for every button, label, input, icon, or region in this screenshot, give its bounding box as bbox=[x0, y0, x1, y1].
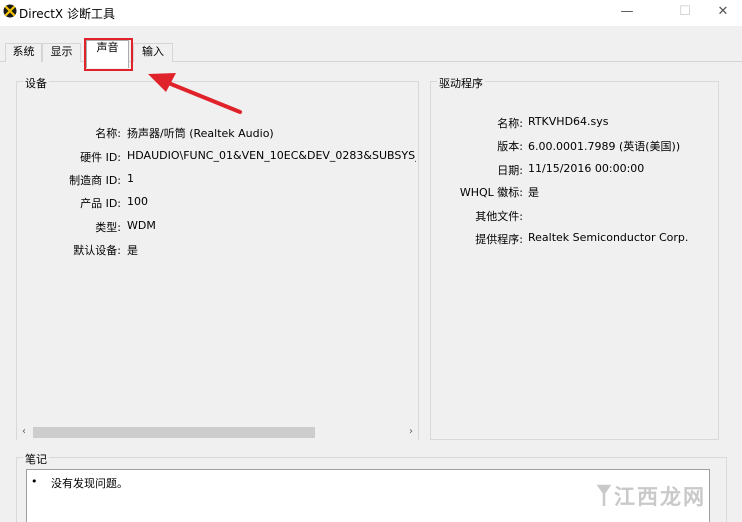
tab-system[interactable]: 系统 bbox=[5, 43, 42, 62]
driver-value: 是 bbox=[528, 186, 539, 199]
driver-row-name: 名称: RTKVHD64.sys bbox=[431, 115, 718, 131]
watermark-mark-icon bbox=[596, 484, 612, 506]
device-row-default: 默认设备: 是 bbox=[17, 242, 416, 258]
device-value: 1 bbox=[127, 172, 134, 185]
driver-label: 名称: bbox=[497, 117, 523, 130]
device-value: 扬声器/听筒 (Realtek Audio) bbox=[127, 127, 274, 140]
device-label: 制造商 ID: bbox=[69, 174, 121, 187]
watermark-text: 江西龙网 bbox=[614, 485, 706, 509]
device-row-type: 类型: WDM bbox=[17, 219, 416, 235]
devices-group: 设备 名称: 扬声器/听筒 (Realtek Audio) 硬件 ID: HDA… bbox=[16, 75, 419, 440]
scrollbar-thumb[interactable] bbox=[33, 427, 315, 438]
horizontal-scrollbar[interactable]: ‹ › bbox=[17, 424, 418, 441]
note-item: 没有发现问题。 bbox=[51, 477, 128, 490]
note-bullet: • bbox=[31, 475, 38, 488]
driver-row-provider: 提供程序: Realtek Semiconductor Corp. bbox=[431, 231, 718, 247]
driver-label: 提供程序: bbox=[475, 233, 523, 246]
device-label: 硬件 ID: bbox=[80, 151, 121, 164]
driver-row-whql: WHQL 徽标: 是 bbox=[431, 184, 718, 200]
driver-value: RTKVHD64.sys bbox=[528, 115, 609, 128]
drivers-group-title: 驱动程序 bbox=[437, 75, 485, 91]
tab-input[interactable]: 输入 bbox=[133, 43, 173, 62]
driver-row-other-files: 其他文件: bbox=[431, 208, 718, 224]
minimize-icon[interactable]: — bbox=[604, 0, 650, 26]
driver-row-date: 日期: 11/15/2016 00:00:00 bbox=[431, 162, 718, 178]
device-label: 类型: bbox=[95, 221, 121, 234]
tab-highlight-box bbox=[84, 38, 133, 71]
device-label: 产品 ID: bbox=[80, 197, 121, 210]
device-value: WDM bbox=[127, 219, 156, 232]
watermark-logo: 江西龙网 bbox=[596, 480, 736, 512]
directx-icon bbox=[3, 4, 17, 18]
driver-value: 6.00.0001.7989 (英语(美国)) bbox=[528, 140, 681, 153]
driver-row-version: 版本: 6.00.0001.7989 (英语(美国)) bbox=[431, 138, 718, 154]
device-row-name: 名称: 扬声器/听筒 (Realtek Audio) bbox=[17, 125, 416, 141]
device-value: 是 bbox=[127, 244, 138, 257]
driver-label: WHQL 徽标: bbox=[459, 186, 523, 199]
driver-label: 日期: bbox=[497, 164, 523, 177]
title-bar: DirectX 诊断工具 — ☐ ✕ bbox=[0, 0, 742, 26]
driver-value: 11/15/2016 00:00:00 bbox=[528, 162, 645, 175]
driver-label: 其他文件: bbox=[475, 210, 523, 223]
device-label: 名称: bbox=[95, 127, 121, 140]
close-icon[interactable]: ✕ bbox=[700, 0, 742, 26]
notes-group-title: 笔记 bbox=[23, 451, 49, 467]
devices-list: 名称: 扬声器/听筒 (Realtek Audio) 硬件 ID: HDAUDI… bbox=[17, 82, 416, 422]
device-row-hardware-id: 硬件 ID: HDAUDIO\FUNC_01&VEN_10EC&DEV_0283… bbox=[17, 149, 416, 165]
device-label: 默认设备: bbox=[73, 244, 121, 257]
driver-label: 版本: bbox=[497, 140, 523, 153]
driver-value: Realtek Semiconductor Corp. bbox=[528, 231, 689, 244]
device-value: 100 bbox=[127, 195, 148, 208]
scroll-left-icon[interactable]: ‹ bbox=[17, 424, 31, 441]
scroll-right-icon[interactable]: › bbox=[404, 424, 418, 441]
device-value: HDAUDIO\FUNC_01&VEN_10EC&DEV_0283&SUBSYS… bbox=[127, 149, 416, 162]
device-row-manufacturer-id: 制造商 ID: 1 bbox=[17, 172, 416, 188]
device-row-product-id: 产品 ID: 100 bbox=[17, 195, 416, 211]
drivers-group: 驱动程序 名称: RTKVHD64.sys 版本: 6.00.0001.7989… bbox=[430, 75, 719, 440]
window-title: DirectX 诊断工具 bbox=[19, 7, 115, 21]
tab-display[interactable]: 显示 bbox=[42, 43, 81, 62]
